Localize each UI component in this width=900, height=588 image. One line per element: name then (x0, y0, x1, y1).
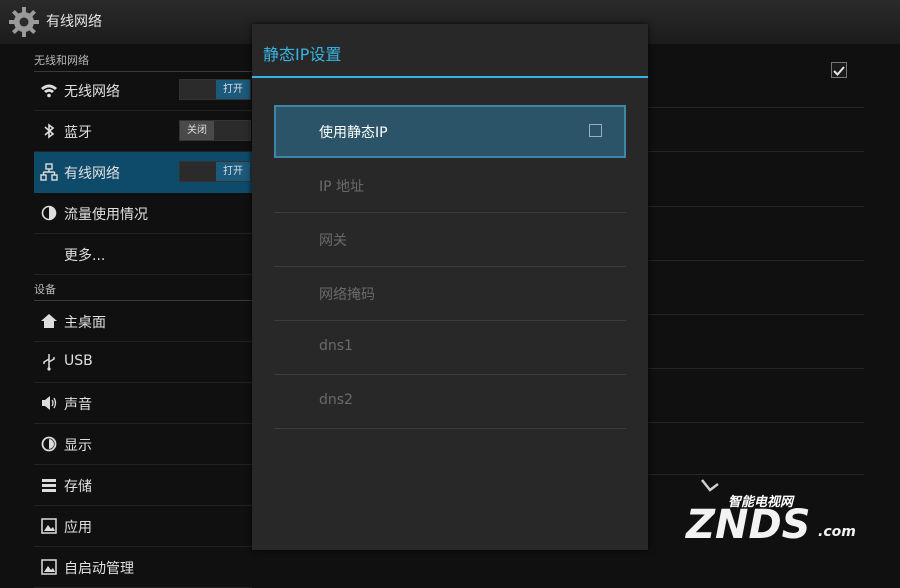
bluetooth-toggle[interactable]: 关闭 (179, 120, 251, 141)
divider (648, 107, 864, 108)
watermark-logo-text: ZNDS (684, 502, 811, 548)
divider (648, 260, 864, 261)
speaker-icon (42, 396, 57, 410)
settings-item-apps[interactable]: 应用 (34, 506, 252, 547)
display-icon (41, 436, 57, 452)
storage-icon (42, 479, 56, 492)
settings-item-label: 声音 (64, 397, 92, 413)
settings-item-ethernet[interactable]: 有线网络 打开 (34, 152, 252, 193)
autostart-icon (41, 559, 57, 575)
divider (648, 368, 864, 369)
option-label: IP 地址 (319, 179, 365, 195)
section-header-device: 设备 (34, 281, 254, 301)
settings-item-home[interactable]: 主桌面 (34, 301, 252, 342)
settings-item-label: 自启动管理 (64, 561, 134, 577)
settings-item-more[interactable]: 更多... (34, 234, 252, 275)
settings-item-autostart[interactable]: 自启动管理 (34, 547, 252, 588)
option-label: 网关 (319, 233, 347, 249)
home-icon (41, 314, 57, 328)
divider (648, 314, 864, 315)
divider (648, 422, 864, 423)
toggle-label: 打开 (216, 162, 250, 181)
settings-item-label: 存储 (64, 479, 92, 495)
page-title: 有线网络 (46, 14, 102, 30)
option-label: 使用静态IP (319, 125, 388, 141)
settings-item-storage[interactable]: 存储 (34, 465, 252, 506)
ethernet-icon (40, 163, 58, 181)
divider (648, 206, 864, 207)
settings-item-usb[interactable]: USB (34, 342, 252, 383)
settings-item-label: 显示 (64, 438, 92, 454)
option-label: dns2 (319, 392, 353, 408)
option-label: dns1 (319, 338, 353, 354)
settings-item-label: 主桌面 (64, 315, 106, 331)
background-checkbox[interactable] (831, 62, 847, 78)
option-label: 网络掩码 (319, 287, 375, 303)
data-usage-icon (41, 205, 57, 221)
static-ip-dialog: 静态IP设置 使用静态IP IP 地址 网关 网络掩码 dns1 dns2 (252, 24, 648, 550)
watermark-suffix: .com (818, 524, 856, 540)
znds-watermark: 智能电视网 ZNDS .com (684, 479, 856, 548)
ethernet-toggle[interactable]: 打开 (179, 161, 251, 182)
wifi-toggle[interactable]: 打开 (179, 79, 251, 100)
settings-item-label: 无线网络 (64, 84, 120, 100)
bluetooth-icon (44, 123, 55, 139)
toggle-label: 打开 (216, 80, 250, 99)
dialog-title: 静态IP设置 (263, 45, 342, 64)
usb-icon (43, 354, 55, 371)
ip-address-field[interactable]: IP 地址 (274, 159, 626, 213)
settings-item-sound[interactable]: 声音 (34, 383, 252, 424)
settings-item-label: 蓝牙 (64, 125, 92, 141)
toggle-label: 关闭 (180, 121, 214, 140)
check-icon (833, 66, 845, 76)
divider (648, 151, 864, 152)
dns1-field[interactable]: dns1 (274, 321, 626, 375)
settings-item-label: 流量使用情况 (64, 207, 148, 223)
settings-item-label: 有线网络 (64, 166, 120, 182)
section-header-wireless: 无线和网络 (34, 52, 254, 72)
dns2-field[interactable]: dns2 (274, 375, 626, 429)
dialog-title-divider (252, 76, 648, 78)
settings-item-display[interactable]: 显示 (34, 424, 252, 465)
use-static-ip-option[interactable]: 使用静态IP (274, 105, 626, 158)
settings-item-data-usage[interactable]: 流量使用情况 (34, 193, 252, 234)
use-static-ip-checkbox[interactable] (589, 124, 602, 137)
netmask-field[interactable]: 网络掩码 (274, 267, 626, 321)
settings-item-label: 更多... (64, 248, 106, 264)
wifi-icon (41, 84, 57, 98)
apps-icon (41, 518, 57, 534)
settings-item-wifi[interactable]: 无线网络 打开 (34, 70, 252, 111)
gear-icon[interactable] (8, 6, 40, 38)
gateway-field[interactable]: 网关 (274, 213, 626, 267)
settings-item-bluetooth[interactable]: 蓝牙 关闭 (34, 111, 252, 152)
settings-item-label: 应用 (64, 520, 92, 536)
settings-item-label: USB (64, 353, 93, 369)
